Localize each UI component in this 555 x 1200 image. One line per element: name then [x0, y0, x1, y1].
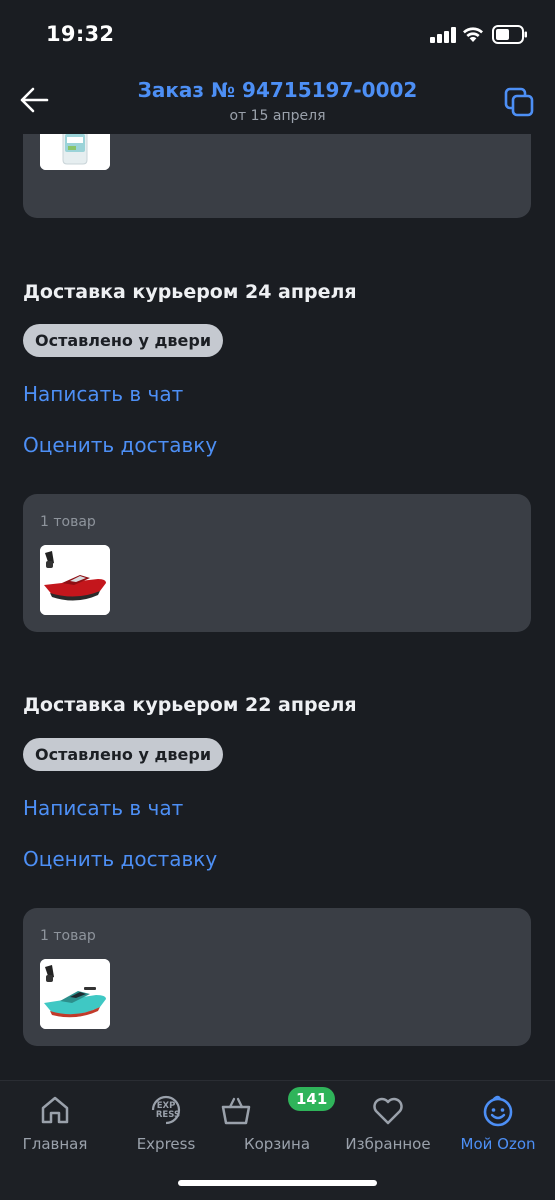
rate-delivery-link[interactable]: Оценить доставку	[23, 847, 217, 871]
cart-count-badge: 141	[288, 1087, 336, 1111]
cellular-signal-icon	[430, 27, 456, 43]
heart-icon	[373, 1097, 403, 1125]
cart-icon	[221, 1097, 251, 1125]
product-thumbnail[interactable]	[40, 959, 110, 1029]
tab-label: Главная	[22, 1135, 88, 1153]
express-icon-text-bottom: RESS	[156, 1110, 180, 1120]
home-icon	[41, 1096, 69, 1124]
delivery-status-badge: Оставлено у двери	[23, 738, 224, 771]
chat-link[interactable]: Написать в чат	[23, 382, 183, 406]
item-card[interactable]	[23, 134, 531, 218]
delivery-title: Доставка курьером 22 апреля	[23, 694, 357, 716]
delivery-status-badge: Оставлено у двери	[23, 324, 224, 357]
items-count: 1 товар	[40, 514, 96, 530]
tab-label: Избранное	[345, 1135, 431, 1153]
red-rc-boat-image	[40, 545, 110, 615]
order-date: от 15 апреля	[229, 108, 326, 124]
order-content: Доставка курьером 24 апреля Оставлено у …	[0, 134, 555, 1080]
product-thumbnail[interactable]	[40, 134, 110, 170]
tab-label: Корзина	[243, 1135, 311, 1153]
express-icon: EXP RESS	[151, 1095, 180, 1125]
tab-label: Express	[136, 1135, 196, 1153]
chat-link[interactable]: Написать в чат	[23, 796, 183, 820]
product-thumbnail[interactable]	[40, 545, 110, 615]
home-indicator	[178, 1180, 377, 1186]
tab-home[interactable]: Главная	[0, 1091, 110, 1153]
rate-delivery-link[interactable]: Оценить доставку	[23, 433, 217, 457]
copy-icon[interactable]	[503, 86, 535, 118]
teal-rc-boat-image	[40, 959, 110, 1029]
item-card[interactable]: 1 товар	[23, 494, 531, 632]
items-count: 1 товар	[40, 928, 96, 944]
tab-my-ozon[interactable]: Мой Ozon	[443, 1091, 553, 1153]
detergent-bottle-image	[40, 134, 110, 170]
status-time: 19:32	[46, 22, 115, 46]
delivery-title: Доставка курьером 24 апреля	[23, 281, 357, 303]
battery-icon	[492, 25, 527, 44]
tab-express[interactable]: EXP RESS Express	[111, 1091, 221, 1153]
wifi-icon	[463, 27, 483, 42]
status-bar: 19:32	[0, 0, 555, 70]
profile-smile-icon	[483, 1095, 513, 1127]
tab-label: Мой Ozon	[460, 1135, 536, 1153]
item-card[interactable]: 1 товар	[23, 908, 531, 1046]
tab-favorites[interactable]: Избранное	[333, 1091, 443, 1153]
order-header: Заказ № 94715197-0002 от 15 апреля	[0, 70, 555, 134]
order-title: Заказ № 94715197-0002	[137, 78, 418, 102]
